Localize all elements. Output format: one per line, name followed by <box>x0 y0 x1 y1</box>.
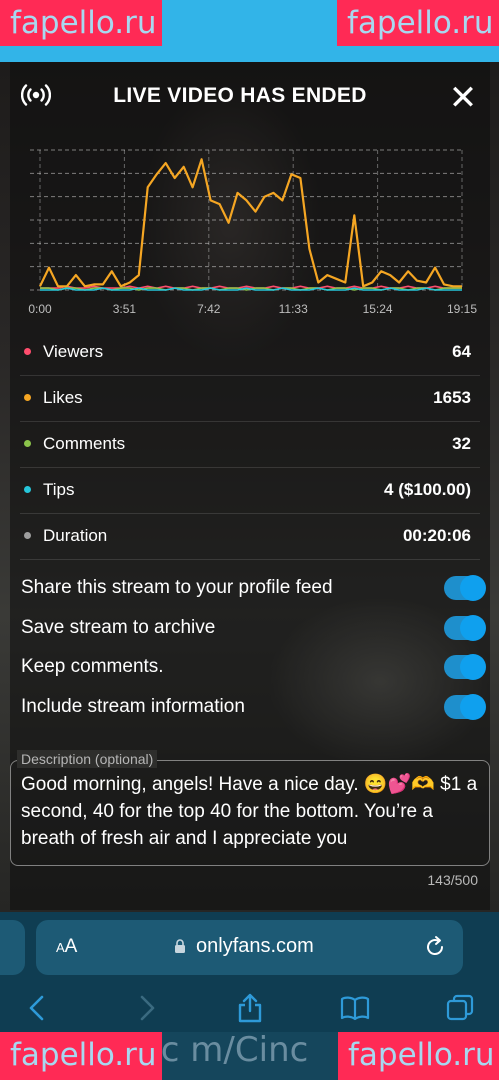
stat-row-likes: Likes 1653 <box>20 375 480 422</box>
watermark-top-left: fapello.ru <box>0 0 162 46</box>
stream-chart: 0:00 3:51 7:42 11:33 15:24 19:15 <box>28 149 477 316</box>
back-icon[interactable] <box>22 992 54 1024</box>
legend-dot <box>24 486 31 493</box>
stat-value: 32 <box>452 434 471 453</box>
broadcast-icon <box>21 84 51 106</box>
stat-value: 64 <box>452 342 471 361</box>
x-tick-label: 19:15 <box>447 302 477 316</box>
stat-row-comments: Comments 32 <box>20 421 480 468</box>
stat-value: 4 ($100.00) <box>384 480 471 499</box>
stat-value: 00:20:06 <box>402 526 471 545</box>
description-counter: 143/500 <box>427 872 478 888</box>
description-label: Description (optional) <box>17 750 158 768</box>
x-tick-label: 15:24 <box>363 302 393 316</box>
toggle-label: Save stream to archive <box>21 616 216 638</box>
x-tick-label: 0:00 <box>28 302 52 316</box>
toggle-knob <box>460 614 486 641</box>
stat-label: Likes <box>43 388 83 407</box>
close-icon[interactable]: ✕ <box>448 81 478 115</box>
toggle-switch[interactable] <box>444 693 486 720</box>
share-icon[interactable] <box>234 992 266 1024</box>
modal-title: LIVE VIDEO HAS ENDED <box>113 84 367 107</box>
forward-icon[interactable] <box>130 992 162 1024</box>
stat-label: Comments <box>43 434 126 453</box>
series-line-likes <box>39 158 462 288</box>
url-text[interactable]: onlyfans.com <box>196 935 314 958</box>
toggle-knob <box>460 654 486 680</box>
stat-row-viewers: Viewers 64 <box>20 329 480 376</box>
stat-label: Viewers <box>43 342 104 361</box>
toggle-switch[interactable] <box>444 654 486 680</box>
bottom-overlay-text: .c m/Cinc <box>150 1030 309 1070</box>
watermark-bottom-left: fapello.ru <box>0 1032 162 1080</box>
legend-dot <box>24 348 31 355</box>
toggle-label: Keep comments. <box>21 656 164 677</box>
x-tick-label: 7:42 <box>197 302 221 316</box>
bookmarks-icon[interactable] <box>339 992 371 1024</box>
description-text[interactable]: Good morning, angels! Have a nice day. 😄… <box>21 771 481 852</box>
stat-label: Duration <box>43 526 108 545</box>
toggle-row: Keep comments. <box>20 649 486 685</box>
legend-dot <box>24 440 31 447</box>
tabs-icon[interactable] <box>444 992 476 1024</box>
toggle-row: Save stream to archive <box>20 610 486 646</box>
toggle-knob <box>460 575 486 601</box>
x-tick-label: 11:33 <box>279 302 308 316</box>
stat-row-tips: Tips 4 ($100.00) <box>20 467 480 514</box>
toggle-switch[interactable] <box>444 614 486 641</box>
reader-settings-button[interactable]: AA <box>56 936 77 958</box>
legend-dot <box>24 394 31 401</box>
watermark-top-right: fapello.ru <box>337 0 499 46</box>
toggle-knob <box>460 693 486 720</box>
toggle-switch[interactable] <box>444 575 486 601</box>
toggle-label: Share this stream to your profile feed <box>21 577 333 598</box>
legend-dot <box>24 532 31 539</box>
reload-icon[interactable] <box>423 935 447 959</box>
toggle-row: Include stream information <box>20 689 486 725</box>
stat-row-duration: Duration 00:20:06 <box>20 513 480 560</box>
toggle-label: Include stream information <box>21 695 245 717</box>
x-tick-label: 3:51 <box>113 302 137 316</box>
toggle-row: Share this stream to your profile feed <box>20 570 486 606</box>
stat-label: Tips <box>43 480 75 499</box>
stat-value: 1653 <box>433 388 471 407</box>
lock-icon <box>175 939 185 953</box>
previous-tab[interactable] <box>0 920 25 975</box>
watermark-bottom-right: fapello.ru <box>338 1032 499 1080</box>
description-field[interactable]: Good morning, angels! Have a nice day. 😄… <box>10 760 490 866</box>
